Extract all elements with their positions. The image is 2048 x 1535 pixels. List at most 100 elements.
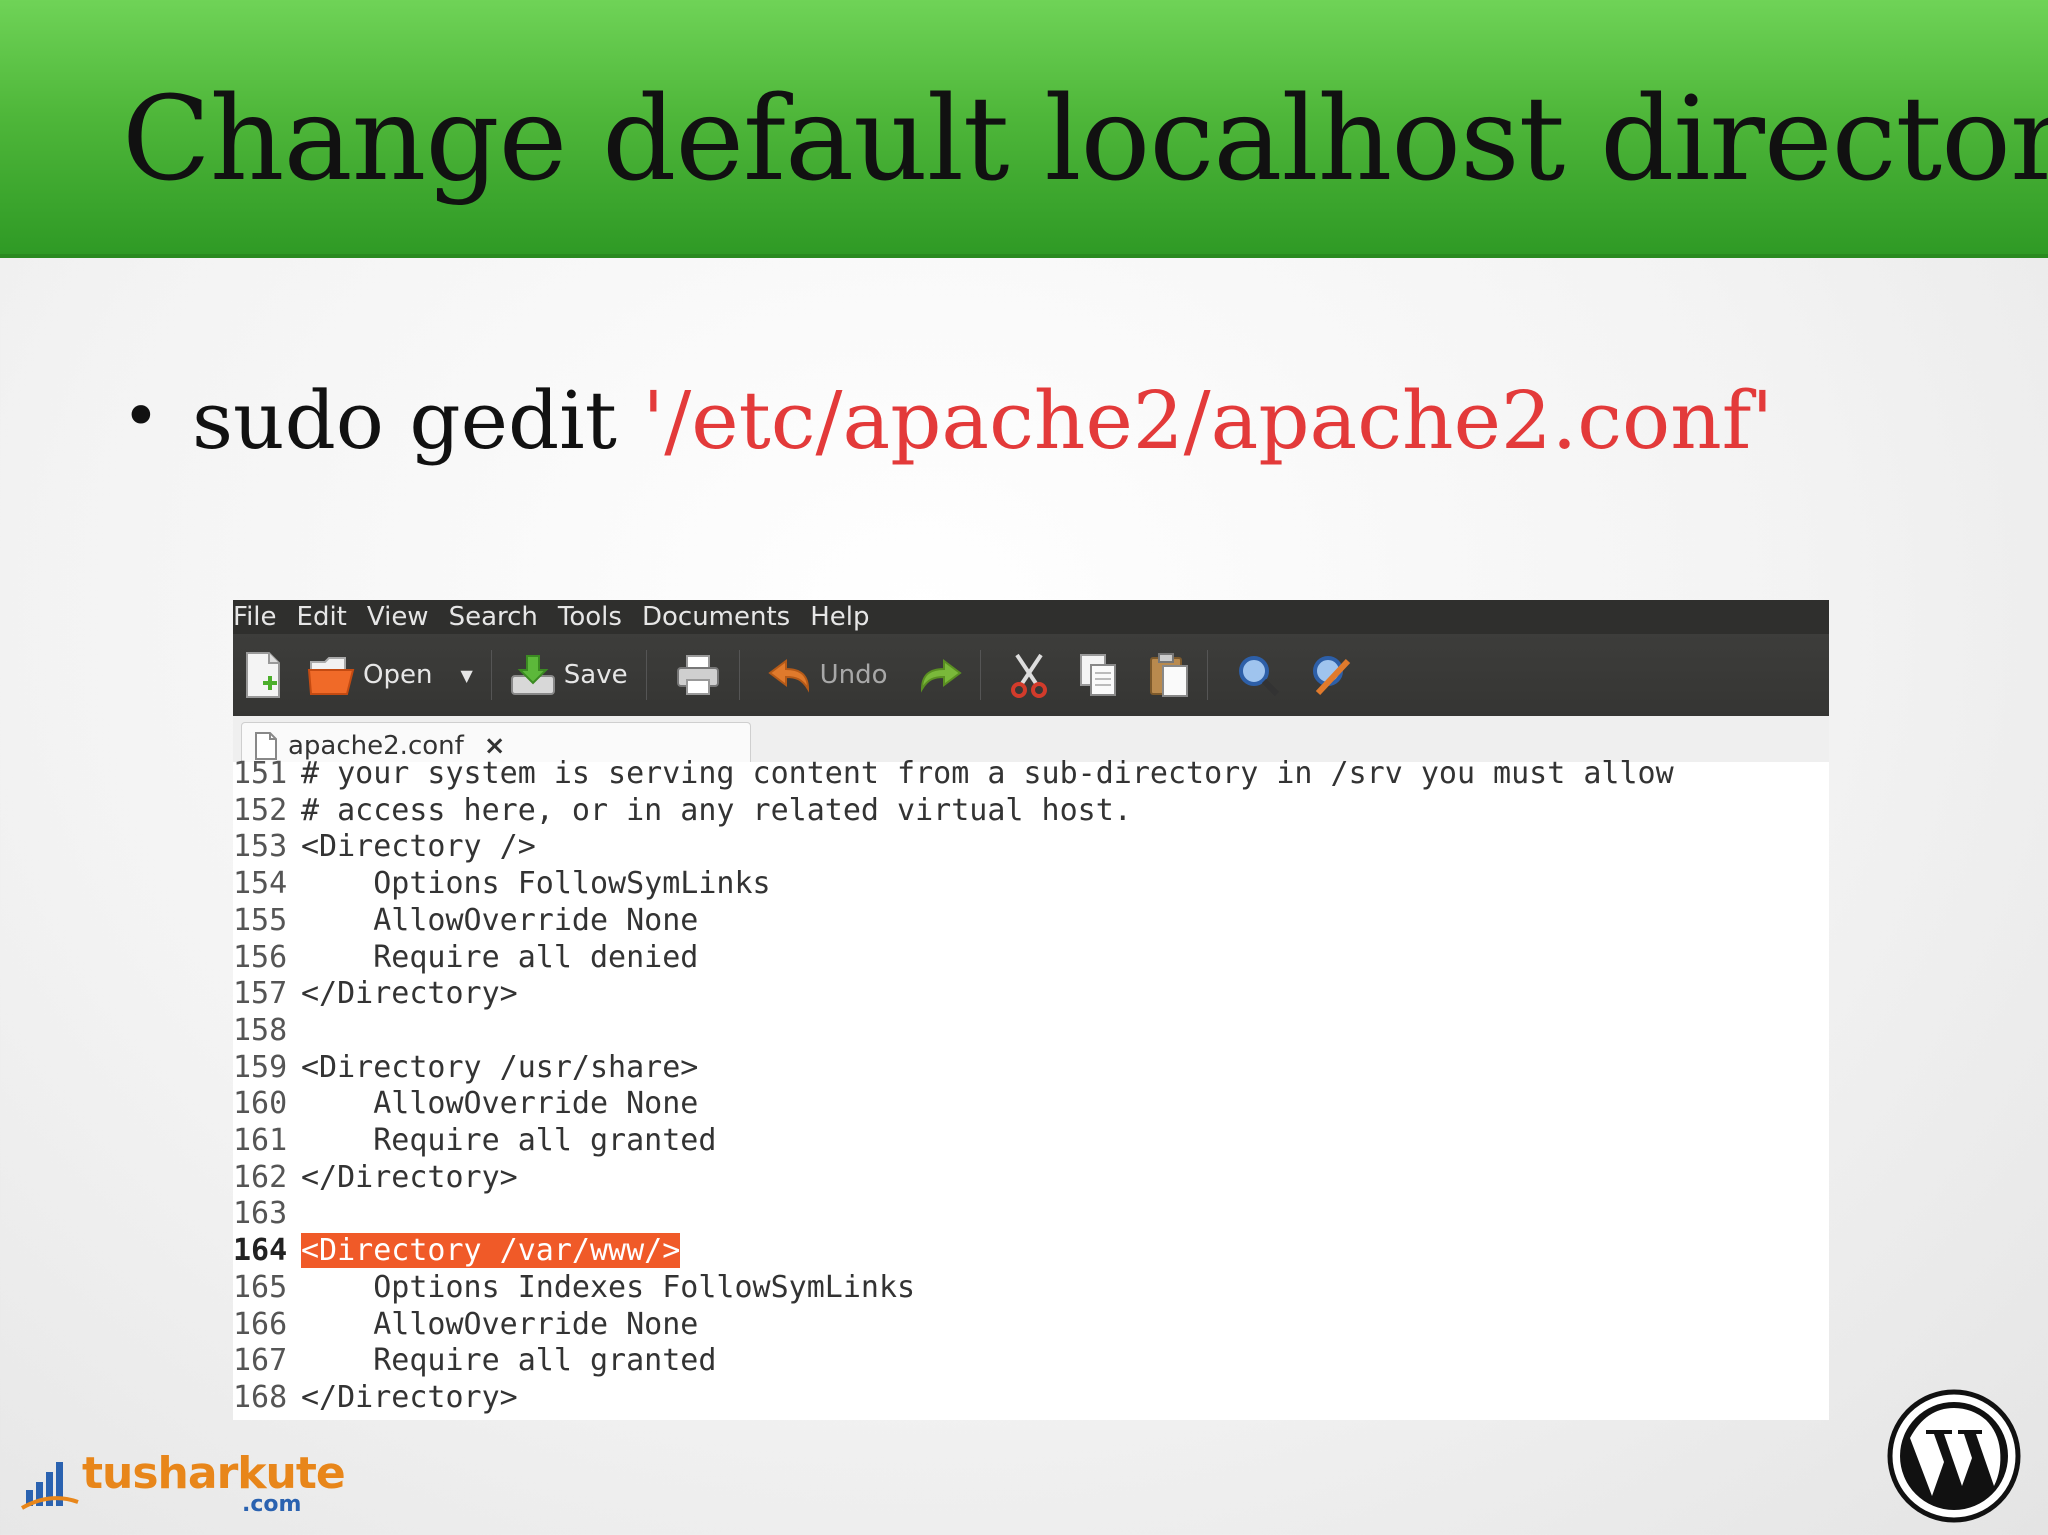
code-line[interactable]: 162 </Directory> — [233, 1160, 518, 1197]
bullet-path: '/etc/apache2/apache2.conf' — [642, 374, 1774, 467]
code-text: </Directory> — [301, 1159, 518, 1195]
line-number: 155 — [233, 902, 288, 938]
code-text: Require all denied — [301, 939, 699, 975]
line-number: 166 — [233, 1306, 288, 1342]
line-number: 159 — [233, 1049, 288, 1085]
tusharkute-domain: .com — [242, 1492, 302, 1517]
line-number: 153 — [233, 829, 288, 865]
bullet-symbol: • — [122, 380, 160, 454]
line-number: 165 — [233, 1269, 288, 1305]
code-line[interactable]: 168 </Directory> — [233, 1380, 518, 1417]
search-replace-icon — [1312, 656, 1350, 696]
tusharkute-name: tusharkute — [82, 1448, 346, 1499]
toolbar-separator — [738, 650, 740, 700]
line-number: 151 — [233, 756, 288, 791]
chevron-down-icon: ▼ — [460, 665, 473, 685]
highlighted-code-text: <Directory /var/www/> — [301, 1233, 681, 1269]
menu-bar: File Edit View Search Tools Documents He… — [233, 600, 1829, 634]
undo-button[interactable]: Undo — [767, 645, 888, 705]
code-editor[interactable]: 151 # your system is serving content from… — [233, 756, 1829, 1420]
folder-open-icon — [307, 657, 355, 695]
code-line[interactable]: 154 Options FollowSymLinks — [233, 866, 771, 903]
line-number: 168 — [233, 1379, 288, 1415]
paste-icon — [1149, 653, 1188, 697]
paste-button[interactable] — [1149, 645, 1189, 705]
printer-icon — [676, 655, 719, 695]
toolbar-separator — [645, 650, 647, 700]
code-line[interactable]: 159 <Directory /usr/share> — [233, 1050, 698, 1087]
toolbar-separator — [1206, 650, 1208, 700]
menu-search[interactable]: Search — [449, 602, 546, 632]
code-line[interactable]: 158 — [233, 1013, 301, 1050]
menu-file[interactable]: File — [233, 602, 285, 632]
tusharkute-logo: tusharkute .com — [20, 1446, 346, 1517]
line-number: 164 — [233, 1233, 288, 1269]
line-number: 154 — [233, 866, 288, 902]
code-line[interactable]: 166 AllowOverride None — [233, 1307, 698, 1344]
code-text: </Directory> — [301, 1379, 518, 1415]
menu-edit[interactable]: Edit — [297, 602, 355, 632]
code-line[interactable]: 167 Require all granted — [233, 1343, 716, 1380]
copy-button[interactable] — [1079, 645, 1119, 705]
code-text: AllowOverride None — [301, 1086, 699, 1122]
code-line[interactable]: 157 </Directory> — [233, 976, 518, 1013]
code-line[interactable]: 165 Options Indexes FollowSymLinks — [233, 1270, 915, 1307]
title-bar: Change default localhost directory — [0, 0, 2048, 258]
undo-button-label: Undo — [819, 660, 888, 690]
wordpress-logo — [1886, 1388, 2022, 1524]
line-number: 162 — [233, 1159, 288, 1195]
find-button[interactable] — [1236, 645, 1280, 705]
open-recent-dropdown[interactable]: ▼ — [460, 645, 472, 705]
code-line[interactable]: 161 Require all granted — [233, 1123, 716, 1160]
search-icon — [1238, 656, 1279, 697]
line-number: 156 — [233, 939, 288, 975]
line-number: 161 — [233, 1123, 288, 1158]
code-line[interactable]: 155 AllowOverride None — [233, 903, 698, 940]
find-replace-button[interactable] — [1310, 645, 1354, 705]
code-line[interactable]: 160 AllowOverride None — [233, 1086, 698, 1123]
open-button[interactable]: Open — [307, 645, 432, 705]
undo-icon — [767, 659, 809, 693]
bullet-command: sudo gedit — [192, 374, 643, 467]
code-text: Require all granted — [301, 1123, 717, 1158]
code-line[interactable]: 151 # your system is serving content from… — [233, 756, 1674, 793]
menu-tools[interactable]: Tools — [558, 602, 630, 632]
code-text: </Directory> — [301, 976, 518, 1012]
menu-view[interactable]: View — [367, 602, 437, 632]
menu-help[interactable]: Help — [810, 602, 877, 632]
toolbar: Open ▼ Save Undo — [233, 634, 1829, 716]
code-line[interactable]: 163 — [233, 1196, 301, 1233]
code-text: AllowOverride None — [301, 1306, 699, 1342]
menu-documents[interactable]: Documents — [642, 602, 798, 632]
code-text: <Directory /usr/share> — [301, 1049, 699, 1085]
toolbar-separator — [979, 650, 981, 700]
line-number: 163 — [233, 1196, 288, 1232]
line-number: 157 — [233, 976, 288, 1012]
new-document-button[interactable] — [243, 645, 283, 705]
code-text: Options FollowSymLinks — [301, 866, 771, 902]
code-line[interactable]: 164 <Directory /var/www/> — [233, 1233, 681, 1270]
line-number: 158 — [233, 1012, 288, 1048]
open-button-label: Open — [363, 660, 433, 690]
code-text: # your system is serving content from a … — [301, 756, 1674, 791]
code-text: Options Indexes FollowSymLinks — [301, 1269, 916, 1305]
scissors-icon — [1010, 653, 1047, 698]
save-button[interactable]: Save — [510, 645, 628, 705]
gedit-window: File Edit View Search Tools Documents He… — [233, 600, 1829, 1420]
code-text: AllowOverride None — [301, 902, 699, 938]
line-number: 160 — [233, 1086, 288, 1122]
redo-button[interactable] — [918, 645, 962, 705]
line-number: 167 — [233, 1343, 288, 1379]
code-line[interactable]: 152 # access here, or in any related virt… — [233, 793, 1132, 830]
code-line[interactable]: 153 <Directory /> — [233, 829, 536, 866]
code-text: # access here, or in any related virtual… — [301, 792, 1132, 828]
copy-icon — [1079, 654, 1116, 696]
slide-title: Change default localhost directory — [122, 72, 2048, 207]
redo-icon — [920, 659, 962, 693]
code-text: Require all granted — [301, 1343, 717, 1379]
print-button[interactable] — [675, 645, 721, 705]
cut-button[interactable] — [1009, 645, 1049, 705]
code-line[interactable]: 156 Require all denied — [233, 940, 698, 977]
save-icon — [510, 655, 555, 695]
code-text: <Directory /> — [301, 829, 536, 865]
